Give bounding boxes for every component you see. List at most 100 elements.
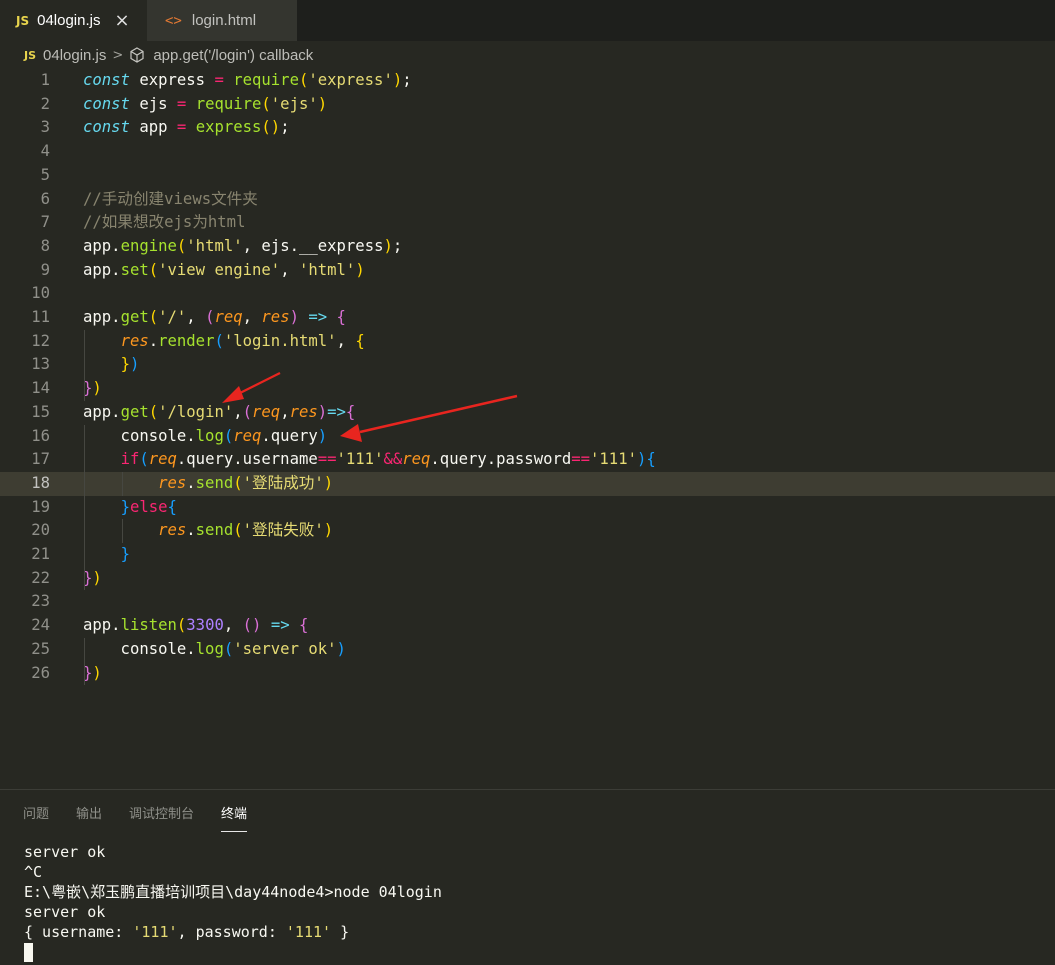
code-token: express [129, 71, 215, 89]
code-token: require [195, 94, 262, 113]
code-line[interactable]: 17 if(req.query.username=='111'&&req.que… [0, 448, 1055, 472]
code-token: = [214, 71, 224, 89]
code-line[interactable]: 15 app.get('/login',(req,res)=>{ [0, 401, 1055, 425]
code-line[interactable]: 14}) [0, 377, 1055, 401]
terminal-output[interactable]: server ok ^C E:\粤嵌\郑玉鹏直播培训项目\day44node4>no… [24, 842, 442, 962]
code-token: express [195, 118, 262, 137]
line-number: 3 [40, 118, 50, 137]
code-token: app. [83, 260, 121, 279]
code-line[interactable]: 22}) [0, 567, 1055, 591]
code-token: && [383, 450, 403, 469]
panel-tab-debug-console[interactable]: 调试控制台 [129, 797, 194, 828]
code-text: //手动创建views文件夹 [83, 188, 258, 212]
line-number: 26 [31, 663, 50, 682]
code-token: get [120, 402, 149, 421]
breadcrumb-file[interactable]: 04login.js [43, 47, 106, 64]
code-line[interactable]: 13 }) [0, 353, 1055, 377]
code-token: ( [214, 331, 224, 350]
line-number: 12 [31, 331, 50, 350]
panel-tabs: 问题 输出 调试控制台 终端 [0, 790, 251, 834]
code-token: '111' [336, 450, 384, 469]
code-token: //手动创建views文件夹 [83, 189, 258, 208]
code-line[interactable]: 19 }else{ [0, 496, 1055, 520]
panel-tab-output[interactable]: 输出 [76, 797, 102, 828]
code-token: 'html' [298, 260, 356, 279]
code-token: } [120, 355, 130, 374]
code-token: , [336, 331, 356, 350]
code-text: }else{ [83, 496, 177, 520]
code-token: { [646, 450, 656, 469]
code-line[interactable]: 6 //手动创建views文件夹 [0, 188, 1055, 212]
code-token: else [129, 497, 168, 516]
code-token: req [402, 450, 431, 469]
tab-login-html[interactable]: <> login.html [147, 0, 297, 41]
code-line[interactable]: 23 [0, 590, 1055, 614]
code-line[interactable]: 12 res.render('login.html', { [0, 330, 1055, 354]
code-token: engine [120, 236, 177, 255]
code-text: app.set('view engine', 'html') [83, 259, 365, 283]
code-token: } [120, 497, 130, 516]
code-token: .query [261, 426, 318, 445]
code-line[interactable]: 25 console.log('server ok') [0, 638, 1055, 662]
code-line[interactable]: 18 res.send('登陆成功') [0, 471, 1055, 496]
code-line[interactable]: 8 app.engine('html', ejs.__express); [0, 235, 1055, 259]
breadcrumb-symbol[interactable]: app.get('/login') callback [153, 47, 313, 64]
panel-tab-terminal[interactable]: 终端 [221, 797, 248, 832]
code-line[interactable]: 11 app.get('/', (req, res) => { [0, 306, 1055, 330]
code-line[interactable]: 26}) [0, 662, 1055, 686]
indent-guide [84, 424, 85, 591]
close-icon[interactable]: × [115, 10, 130, 31]
indent-guide [84, 329, 85, 401]
code-line[interactable]: 1 const express = require('express'); [0, 69, 1055, 93]
code-token: const [83, 71, 130, 89]
line-number: 4 [40, 142, 50, 161]
code-line[interactable]: 5 [0, 164, 1055, 188]
terminal-value: '111' [285, 923, 332, 941]
code-token: == [571, 450, 591, 469]
code-line[interactable]: 16 console.log(req.query) [0, 425, 1055, 449]
code-token: = [176, 94, 187, 113]
code-line[interactable]: 10 [0, 282, 1055, 306]
code-token: render [158, 331, 215, 350]
code-token: send [195, 521, 234, 540]
code-text: console.log('server ok') [83, 638, 346, 662]
code-line[interactable]: 7 //如果想改ejs为html [0, 211, 1055, 235]
code-token: { [336, 308, 346, 326]
code-line[interactable]: 9 app.set('view engine', 'html') [0, 259, 1055, 283]
code-token: 'server ok' [233, 639, 337, 658]
code-token: get [120, 308, 149, 326]
code-token: res [158, 521, 187, 540]
terminal-text: } [331, 923, 350, 941]
code-text: }) [83, 662, 102, 686]
terminal-text: , password: [177, 923, 286, 941]
code-token: , [186, 308, 206, 326]
code-token: res [289, 402, 318, 421]
code-token: } [120, 545, 130, 563]
code-line[interactable]: 4 [0, 140, 1055, 164]
code-token: , [242, 308, 262, 326]
code-token: ) [129, 355, 140, 374]
code-token: ( [148, 308, 159, 326]
code-line[interactable]: 21 } [0, 543, 1055, 567]
code-token: ) [323, 521, 334, 540]
tab-04login-js[interactable]: JS 04login.js × [0, 0, 147, 41]
code-line[interactable]: 20 res.send('登陆失败') [0, 519, 1055, 543]
code-token: 3300 [186, 616, 224, 635]
code-line[interactable]: 24 app.listen(3300, () => { [0, 614, 1055, 638]
code-token: 'view engine' [158, 260, 281, 279]
panel-tab-problems[interactable]: 问题 [23, 797, 49, 828]
code-token: ( [176, 616, 187, 635]
code-line[interactable]: 2 const ejs = require('ejs') [0, 93, 1055, 117]
code-line[interactable]: 3 const app = express(); [0, 116, 1055, 140]
code-editor[interactable]: 1 const express = require('express'); 2 con… [0, 69, 1055, 789]
line-number: 8 [40, 236, 50, 255]
line-number: 5 [40, 165, 50, 184]
code-token: . [186, 473, 196, 492]
js-file-icon: JS [24, 48, 37, 62]
